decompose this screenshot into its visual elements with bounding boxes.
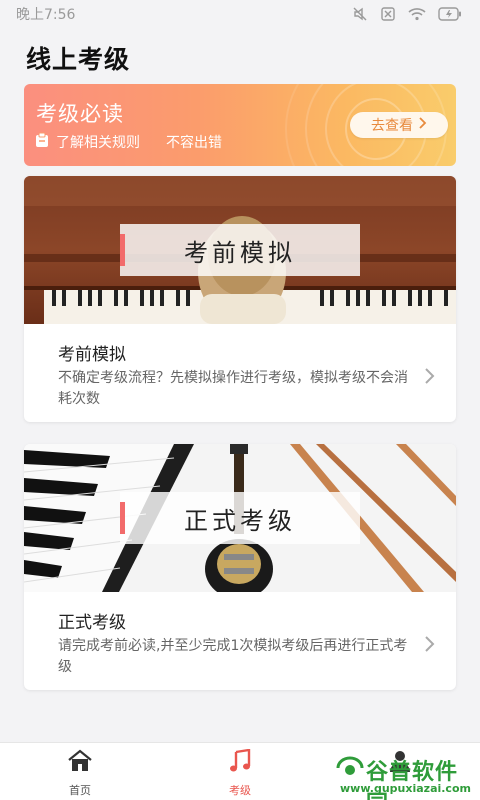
page-title: 线上考级 xyxy=(26,45,131,74)
piano-child-photo: 考前模拟 xyxy=(24,176,456,324)
keyboard-guitar-drumsticks-photo: 正式考级 xyxy=(24,444,456,592)
banner-subtitle: 了解相关规则 不容出错 xyxy=(34,132,222,152)
formal-exam-description: 请完成考前必读,并至少完成1次模拟考级后再进行正式考级 xyxy=(58,638,408,675)
wifi-icon xyxy=(408,7,426,21)
exam-guide-banner[interactable]: 考级必读 了解相关规则 不容出错 去查看 xyxy=(24,84,456,166)
chevron-right-icon xyxy=(424,366,436,386)
mute-icon xyxy=(352,6,368,22)
clipboard-icon xyxy=(34,132,50,152)
status-icons xyxy=(352,6,462,22)
sim-off-icon xyxy=(380,6,396,22)
mock-exam-overlay-label: 考前模拟 xyxy=(120,224,360,276)
nav-item-home[interactable]: 首页 xyxy=(40,749,120,798)
formal-exam-overlay-label: 正式考级 xyxy=(120,492,360,544)
nav-item-exam[interactable]: 考级 xyxy=(200,748,280,798)
banner-subtitle-2: 不容出错 xyxy=(166,135,222,151)
nav-exam-label: 考级 xyxy=(229,784,251,797)
banner-title: 考级必读 xyxy=(36,102,124,126)
mock-exam-overlay-text: 考前模拟 xyxy=(184,238,296,267)
overlay-accent-bar xyxy=(120,502,125,534)
status-time: 晚上7:56 xyxy=(16,7,76,23)
nav-home-label: 首页 xyxy=(69,784,91,797)
mock-exam-title: 考前模拟 xyxy=(58,345,126,365)
watermark: 谷普软件园 www.gupuxiazai.com xyxy=(336,754,476,800)
view-guide-button[interactable]: 去查看 xyxy=(350,112,448,138)
status-bar: 晚上7:56 xyxy=(0,0,480,28)
mock-exam-description: 不确定考级流程？先模拟操作进行考级，模拟考级不会消耗次数 xyxy=(58,370,408,407)
battery-charging-icon xyxy=(438,7,462,21)
chevron-right-icon xyxy=(419,117,427,133)
view-guide-label: 去查看 xyxy=(371,118,413,134)
formal-exam-card[interactable]: 正式考级 正式考级 请完成考前必读,并至少完成1次模拟考级后再进行正式考级 xyxy=(24,444,456,690)
chevron-right-icon xyxy=(424,634,436,654)
music-note-icon xyxy=(229,748,251,776)
formal-exam-overlay-text: 正式考级 xyxy=(184,506,296,535)
formal-exam-title: 正式考级 xyxy=(58,613,126,633)
mock-exam-card[interactable]: 考前模拟 考前模拟 不确定考级流程？先模拟操作进行考级，模拟考级不会消耗次数 xyxy=(24,176,456,422)
banner-subtitle-1: 了解相关规则 xyxy=(56,135,140,151)
overlay-accent-bar xyxy=(120,234,125,266)
watermark-logo-icon xyxy=(336,756,364,775)
home-icon xyxy=(67,749,93,776)
watermark-url: www.gupuxiazai.com xyxy=(340,782,471,795)
